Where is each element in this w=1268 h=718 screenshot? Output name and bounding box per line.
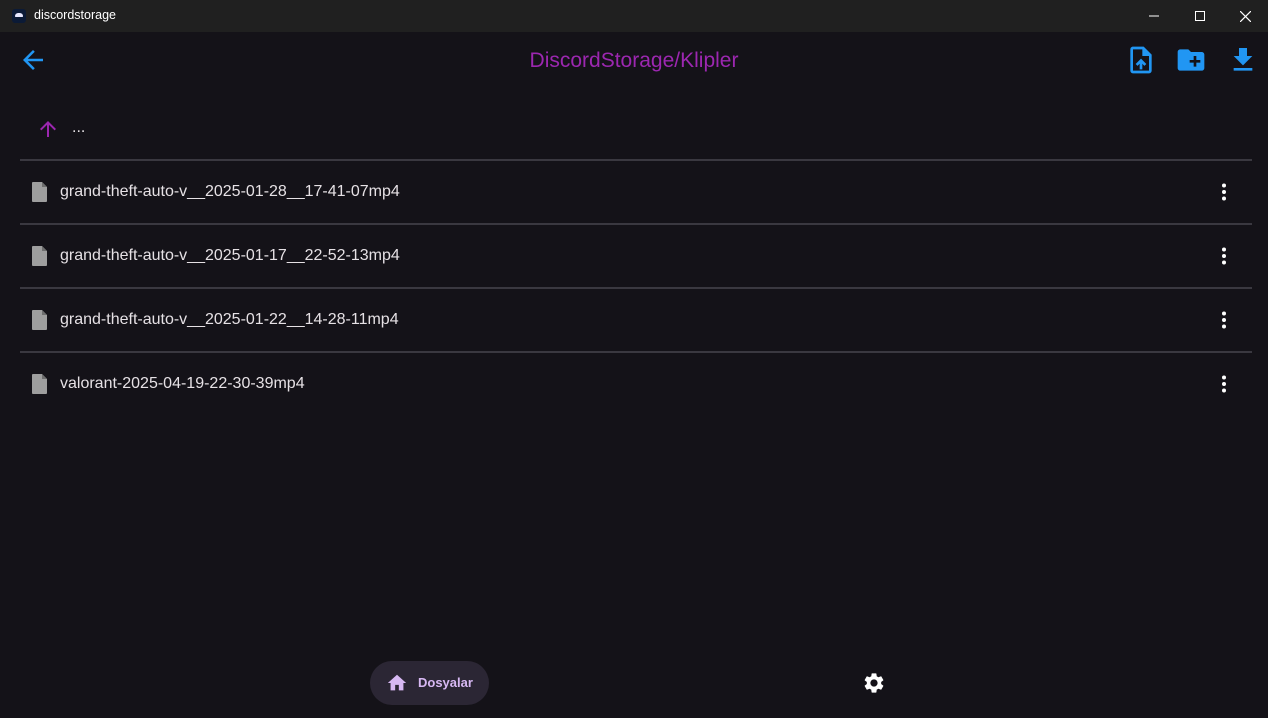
close-button[interactable] [1222,0,1268,32]
create-folder-icon [1177,49,1205,71]
maximize-icon [1195,11,1205,21]
maximize-button[interactable] [1177,0,1223,32]
bottom-navigation: Dosyalar [0,650,1268,718]
file-icon [32,310,47,330]
page-title: DiscordStorage/Klipler [529,49,739,72]
file-name: grand-theft-auto-v__2025-01-22__14-28-11… [60,311,399,328]
close-icon [1239,10,1251,22]
app-logo-icon [12,9,26,23]
arrow-up-icon [40,121,56,137]
nav-item-settings[interactable] [862,671,886,695]
nav-item-label: Dosyalar [418,675,473,690]
window-titlebar: discordstorage [0,0,1268,32]
parent-directory-row[interactable]: ... [20,97,1252,159]
create-folder-button[interactable] [1175,43,1207,77]
file-name: valorant-2025-04-19-22-30-39mp4 [60,375,305,392]
download-icon [1233,48,1253,71]
minimize-icon [1149,15,1159,17]
more-vert-icon[interactable] [1212,308,1236,332]
more-vert-icon[interactable] [1212,372,1236,396]
home-icon [387,674,407,691]
minimize-button[interactable] [1131,0,1177,32]
parent-directory-label: ... [72,119,86,136]
settings-icon [864,673,884,693]
file-name: grand-theft-auto-v__2025-01-17__22-52-13… [60,247,400,264]
file-icon [32,182,47,202]
file-row[interactable]: grand-theft-auto-v__2025-01-17__22-52-13… [20,225,1252,287]
upload-file-button[interactable] [1125,43,1157,77]
file-icon [32,374,47,394]
more-vert-icon[interactable] [1212,180,1236,204]
nav-item-dosyalar[interactable]: Dosyalar [370,661,489,705]
file-row[interactable]: grand-theft-auto-v__2025-01-22__14-28-11… [20,289,1252,351]
download-button[interactable] [1227,43,1259,77]
app-bar: DiscordStorage/Klipler [0,32,1268,90]
file-icon [32,246,47,266]
file-row[interactable]: grand-theft-auto-v__2025-01-28__17-41-07… [20,161,1252,223]
upload-file-icon [1130,46,1152,74]
more-vert-icon[interactable] [1212,244,1236,268]
window-title: discordstorage [34,8,116,22]
file-row[interactable]: valorant-2025-04-19-22-30-39mp4 [20,353,1252,415]
file-name: grand-theft-auto-v__2025-01-28__17-41-07… [60,183,400,200]
